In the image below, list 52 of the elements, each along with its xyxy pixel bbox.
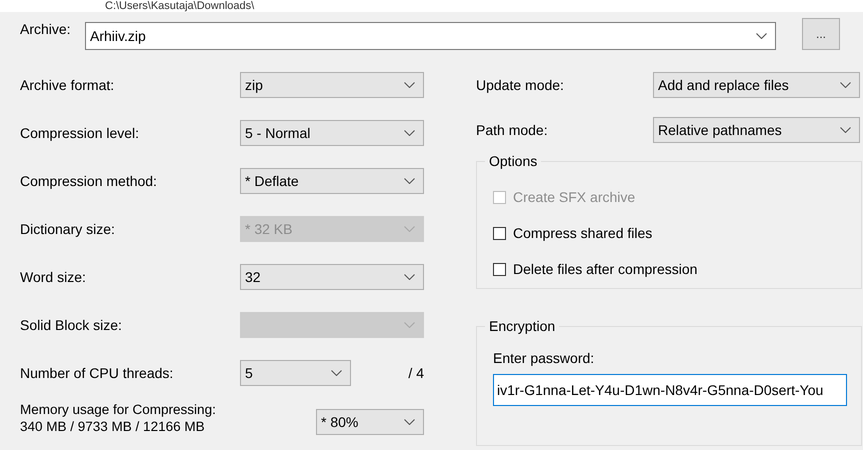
dropdown-value: zip bbox=[245, 77, 264, 93]
field-label: Update mode: bbox=[476, 77, 565, 93]
checkbox[interactable] bbox=[493, 226, 506, 240]
chevron-down-icon bbox=[404, 82, 415, 88]
chevron-down-icon bbox=[331, 370, 342, 376]
dropdown[interactable]: 5 bbox=[240, 360, 351, 386]
chevron-down-icon bbox=[404, 178, 415, 184]
dropdown-value: Add and replace files bbox=[658, 77, 790, 93]
field-label: Enter password: bbox=[493, 350, 594, 366]
field-label: Compression level: bbox=[20, 125, 140, 141]
dropdown[interactable]: Arhiiv.zip bbox=[85, 22, 776, 50]
checkbox-label: Create SFX archive bbox=[513, 189, 636, 205]
field-label: Dictionary size: bbox=[20, 221, 116, 237]
dropdown[interactable]: zip bbox=[240, 72, 424, 98]
field-label: Archive format: bbox=[20, 77, 116, 93]
field-label: Memory usage for Compressing: bbox=[20, 401, 217, 418]
dropdown[interactable]: * Deflate bbox=[240, 168, 424, 194]
dropdown[interactable]: 5 - Normal bbox=[240, 120, 424, 146]
dropdown-value: Relative pathnames bbox=[658, 122, 783, 138]
thread-count: / 4 bbox=[408, 365, 424, 381]
dropdown-value: 5 bbox=[245, 365, 254, 381]
browse-button[interactable]: ... bbox=[802, 18, 840, 50]
field-label: Compression method: bbox=[20, 173, 158, 189]
field-label: Archive: bbox=[19, 20, 72, 37]
chevron-down-icon bbox=[404, 226, 415, 232]
dropdown-value: * 32 KB bbox=[245, 221, 294, 237]
field-label: Path mode: bbox=[476, 122, 549, 138]
chevron-down-icon bbox=[404, 274, 415, 280]
chevron-down-icon bbox=[404, 419, 415, 425]
dropdown-value: * Deflate bbox=[245, 173, 300, 189]
field-label: Word size: bbox=[20, 269, 87, 285]
dropdown-value: 32 bbox=[245, 269, 262, 285]
password-field[interactable]: iv1r-G1nna-Let-Y4u-D1wn-N8v4r-G5nna-D0sert-You bbox=[493, 374, 847, 406]
dropdown[interactable]: * 80% bbox=[316, 409, 424, 435]
chevron-down-icon bbox=[840, 127, 851, 133]
field-label: Solid Block size: bbox=[20, 317, 123, 333]
dropdown[interactable]: Add and replace files bbox=[653, 72, 860, 98]
chevron-down-icon bbox=[404, 130, 415, 136]
field-label: Number of CPU threads: bbox=[20, 365, 174, 381]
checkbox[interactable] bbox=[493, 262, 506, 276]
checkbox-label: Compress shared files bbox=[513, 225, 652, 241]
chevron-down-icon bbox=[840, 82, 851, 88]
chevron-down-icon bbox=[404, 322, 415, 328]
chevron-down-icon bbox=[756, 33, 767, 39]
dropdown-value: 5 - Normal bbox=[245, 125, 312, 141]
dropdown-value: Arhiiv.zip bbox=[90, 28, 147, 44]
checkbox-label: Delete files after compression bbox=[513, 261, 698, 277]
memory-usage: 340 MB / 9733 MB / 12166 MB bbox=[20, 418, 206, 435]
dropdown-value: * 80% bbox=[321, 414, 360, 430]
folder-path: C:\Users\Kasutaja\Downloads\ bbox=[105, 0, 254, 12]
dropdown[interactable]: 32 bbox=[240, 264, 424, 290]
dropdown[interactable]: Relative pathnames bbox=[653, 117, 860, 143]
